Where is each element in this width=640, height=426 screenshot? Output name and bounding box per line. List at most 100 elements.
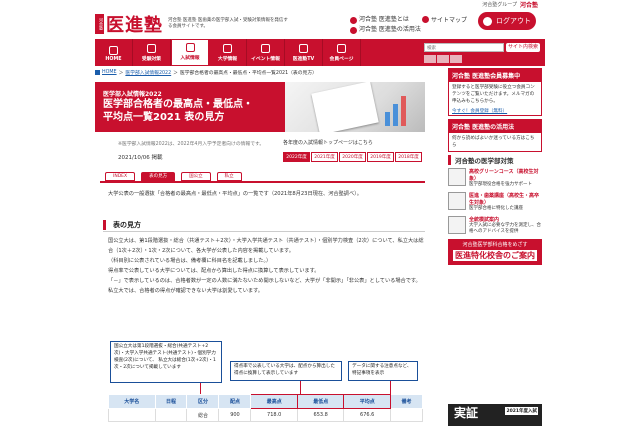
header-link-howto[interactable]: 河合塾 医進塾の活用法 <box>350 25 421 35</box>
user-icon <box>483 16 492 26</box>
callout-remarks: データに関する注意点など、特記事項を表示 <box>348 361 418 381</box>
body-paragraph: 「－」で表示しているのは、合格者数が一定の人数に満たないため開示しないなど、大学… <box>108 278 421 284</box>
body-paragraph: （科目別に公表されている場合は、備考欄に科目名を記載しました。） <box>108 258 272 264</box>
info-icon <box>350 16 357 24</box>
tab-index[interactable]: INDEX <box>105 172 136 181</box>
year-tab-2020[interactable]: 2020年度 <box>339 152 366 162</box>
program-item[interactable]: 全統模試案内 大学入試に必要な学力を測定し、合格へのアドバイスを提供 <box>448 216 542 235</box>
breadcrumb-home[interactable]: HOME <box>102 70 117 75</box>
tab-how-to-read[interactable]: 表の見方 <box>141 172 176 181</box>
program-thumbnail <box>448 168 466 186</box>
col-university: 大学名 <box>108 394 156 409</box>
search-button[interactable]: サイト内検索 <box>506 43 540 52</box>
top-strip: 河合塾グループ 河合塾 <box>0 0 640 9</box>
year-index-note[interactable]: 各年度の入試情報トップページはこちら <box>283 139 373 146</box>
breadcrumb: HOME ＞ 医学部入試情報2022 ＞ 医学部合格者の最高点・最低点・平均点一覧2… <box>95 69 317 76</box>
member-icon <box>337 44 346 53</box>
site-logo[interactable]: 河合塾 医進塾 <box>95 11 163 37</box>
building-icon <box>223 44 232 53</box>
cell-category: 総合 <box>186 408 220 422</box>
chart-bar-image <box>401 96 406 126</box>
callout-category: 国公立大は第1段階選抜・総合(共通テスト+2次)・大学入学共通テスト(共通テスト… <box>110 341 222 383</box>
breadcrumb-current: 医学部合格者の最高点・最低点・平均点一覧2021（表の見方） <box>179 71 317 76</box>
member-promo-text: 登録すると医学部受験に役立つ会員コンテンツをご覧いただけます。メルマガの申込みも… <box>452 85 535 104</box>
year-tab-2022[interactable]: 2022年度 <box>283 152 310 162</box>
nav-tv[interactable]: 医進塾TV <box>285 39 323 66</box>
header-link-label: 河合塾 医進塾とは <box>359 16 409 23</box>
cell-points: 900 <box>218 408 252 422</box>
section-divider <box>103 231 425 232</box>
program-item[interactable]: 医進・歯薬講座（高校生・高卒生対象） 医学部合格に特化した講座 <box>448 192 542 212</box>
banner-main: 医進特化校舎のご案内 <box>453 250 537 261</box>
nav-events[interactable]: イベント情報 <box>247 39 285 66</box>
font-large-button[interactable] <box>450 55 462 63</box>
header-link-about[interactable]: 河合塾 医進塾とは <box>350 15 421 25</box>
intro-text: 大学公表の一般選抜「合格者の最高点・最低点・平均点」の一覧です（2021年8月2… <box>108 191 362 197</box>
tab-underline <box>100 181 425 183</box>
year-tab-2021[interactable]: 2021年度 <box>311 152 338 162</box>
font-medium-button[interactable] <box>437 55 449 63</box>
group-brand-link[interactable]: 河合塾 <box>520 0 538 9</box>
nav-admission-info[interactable]: 入試情報 <box>171 39 209 66</box>
sitemap-label: サイトマップ <box>431 17 468 24</box>
cell-university <box>108 408 156 422</box>
cell-min: 653.8 <box>296 408 345 422</box>
nav-home[interactable]: HOME <box>95 39 133 66</box>
program-title: 全統模試案内 <box>469 217 500 223</box>
col-min: 最低点 <box>296 394 345 409</box>
logout-button[interactable]: ログアウト <box>478 12 536 30</box>
sitemap-icon <box>422 16 429 23</box>
site-tagline: 河合塾 医進塾 医歯薬の医学部入試・受験対策情報を発信する会員サイトです。 <box>168 18 288 29</box>
header-links: 河合塾 医進塾とは 河合塾 医進塾の活用法 <box>350 15 421 35</box>
year-tab-2019[interactable]: 2019年度 <box>367 152 394 162</box>
programs-heading: 河合塾の医学部対策 <box>448 155 542 165</box>
program-sub: 大学入試に必要な学力を測定し、合格へのアドバイスを提供 <box>469 223 541 234</box>
hero-title-line2: 平均点一覧2021 表の見方 <box>103 112 225 123</box>
member-promo[interactable]: 河合塾 医進塾会員募集中 登録すると医学部受験に役立つ会員コンテンツをご覧いただ… <box>448 68 542 116</box>
logo-name: 医進塾 <box>106 15 163 36</box>
program-thumbnail <box>448 216 466 234</box>
banner-sub: 河合塾医学部科合格をめざす <box>462 242 528 248</box>
breadcrumb-section[interactable]: 医学部入試情報2022 <box>125 69 171 76</box>
nav-member[interactable]: 会員ページ <box>323 39 361 66</box>
font-small-button[interactable] <box>424 55 436 63</box>
campus-banner[interactable]: 河合塾医学部科合格をめざす 医進特化校舎のご案内 <box>448 239 542 265</box>
nav-university-info[interactable]: 大学情報 <box>209 39 247 66</box>
howto-promo[interactable]: 河合塾 医進塾の活用法 何から読めばよいか迷っている方はこちら <box>448 119 542 152</box>
nav-label: イベント情報 <box>251 57 280 62</box>
tab-national[interactable]: 国公立 <box>181 172 211 181</box>
group-label: 河合塾グループ <box>482 2 517 8</box>
search-input[interactable] <box>424 43 504 52</box>
nav-label: HOME <box>105 57 122 62</box>
program-title: 高校グリーンコース（高校生対象） <box>469 169 539 182</box>
howto-promo-text: 何から読めばよいか迷っている方はこちら <box>452 136 535 148</box>
home-icon <box>109 46 118 55</box>
hero-category: 医学部入試情報2022 <box>103 91 162 98</box>
score-table: 大学名 日程 区分 配点 最高点 最低点 平均点 備考 総合 900 718.0… <box>108 394 424 422</box>
header-link-label: 河合塾 医進塾の活用法 <box>359 26 421 33</box>
tab-private[interactable]: 私立 <box>216 172 242 181</box>
hero-banner: 医学部入試情報2022 医学部合格者の最高点・最低点・ 平均点一覧2021 表の… <box>95 82 425 132</box>
document-icon <box>185 43 195 52</box>
cell-schedule <box>154 408 188 422</box>
callout-conversion: 得点率で公表している大学は、配点から算出した得点に換算して表示しています <box>230 361 342 381</box>
program-thumbnail <box>448 192 466 210</box>
member-promo-head: 河合塾 医進塾会員募集中 <box>449 69 541 82</box>
sitemap-link[interactable]: サイトマップ <box>422 15 467 24</box>
nav-exam-prep[interactable]: 受験対策 <box>133 39 171 66</box>
year-tab-2018[interactable]: 2018年度 <box>395 152 422 162</box>
col-category: 区分 <box>186 394 220 409</box>
results-banner[interactable]: 実証 2021年度入試 <box>448 404 542 426</box>
explanation-body: 国公立大は、第1段階選抜・総合（共通テスト＋2次）・大学入学共通テスト（共通テス… <box>108 236 428 296</box>
nav-label: 入試情報 <box>180 56 200 61</box>
col-remarks: 備考 <box>389 394 424 409</box>
breadcrumb-sep: ＞ <box>118 71 124 76</box>
book-icon <box>147 44 156 53</box>
program-sub: 医学部合格に特化した講座 <box>469 206 523 211</box>
register-link[interactable]: 今すぐ！会員登録（無料） <box>449 107 541 115</box>
nav-search-area <box>361 39 423 66</box>
program-item[interactable]: 高校グリーンコース（高校生対象） 医学部現役合格を強力サポート <box>448 168 542 188</box>
program-title: 医進・歯薬講座（高校生・高卒生対象） <box>469 193 540 206</box>
body-paragraph: 私立大では、合格者の得点が確認できない大学は割愛しています。 <box>108 288 263 294</box>
content-tabs: INDEX 表の見方 国公立 私立 <box>105 172 242 181</box>
